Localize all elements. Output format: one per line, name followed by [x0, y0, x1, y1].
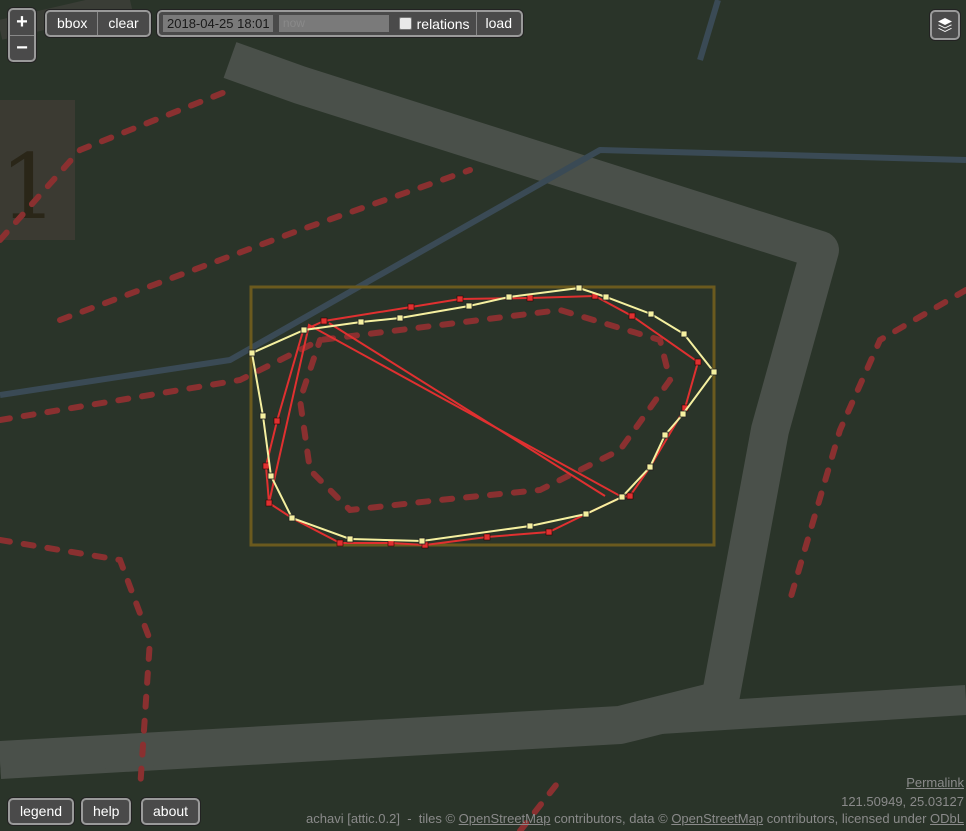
zoom-control: + − [8, 8, 36, 62]
attribution-prefix: achavi [attic.0.2] - tiles © [306, 811, 459, 826]
coordinates-readout: 121.50949, 25.03127 [841, 794, 964, 809]
zoom-out-button[interactable]: − [10, 36, 34, 61]
layers-icon [938, 18, 952, 32]
end-time-input[interactable]: now [278, 15, 389, 32]
map-canvas[interactable]: 1 [0, 0, 966, 831]
bbox-button[interactable]: bbox [47, 12, 97, 35]
time-toolbar: 2018-04-25 18:01 now relations load [157, 10, 523, 37]
relations-checkbox[interactable] [398, 17, 412, 30]
permalink-link[interactable]: Permalink [906, 775, 964, 790]
bbox-toolbar: bbox clear [45, 10, 151, 37]
about-button[interactable]: about [141, 798, 201, 825]
osm-data-link[interactable]: OpenStreetMap [671, 811, 763, 826]
attribution: achavi [attic.0.2] - tiles © OpenStreetM… [306, 811, 964, 826]
relations-label[interactable]: relations [417, 16, 470, 32]
zoom-in-button[interactable]: + [10, 10, 34, 36]
osm-tiles-link[interactable]: OpenStreetMap [459, 811, 551, 826]
clear-button[interactable]: clear [98, 12, 148, 35]
odbl-link[interactable]: ODbL [930, 811, 964, 826]
load-button[interactable]: load [477, 12, 521, 35]
attribution-suffix: contributors, licensed under [763, 811, 931, 826]
layer-switcher-button[interactable] [930, 10, 960, 40]
legend-button[interactable]: legend [8, 798, 75, 825]
help-button[interactable]: help [81, 798, 132, 825]
attribution-mid: contributors, data © [550, 811, 672, 826]
start-time-input[interactable]: 2018-04-25 18:01 [163, 15, 273, 32]
